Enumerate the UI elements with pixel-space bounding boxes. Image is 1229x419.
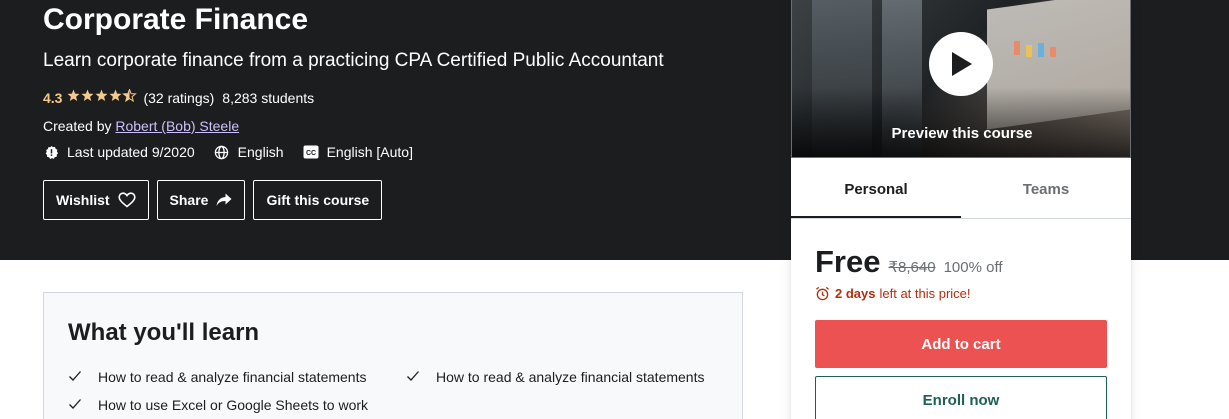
created-by-row: Created by Robert (Bob) Steele <box>43 117 239 135</box>
preview-shade <box>792 87 1130 157</box>
course-language: English <box>214 143 284 161</box>
original-price: ₹8,640 <box>888 259 936 276</box>
wishlist-button[interactable]: Wishlist <box>43 180 149 220</box>
students-count: 8,283 students <box>222 90 315 106</box>
checkmark-icon <box>69 371 81 381</box>
purchase-sidebar: Preview this course Personal Teams Free … <box>791 0 1131 419</box>
rating-value: 4.3 <box>43 90 63 106</box>
checkmark-icon <box>407 371 419 381</box>
learn-item: How to read & analyze financial statemen… <box>406 368 726 386</box>
learn-item-text: How to read & analyze financial statemen… <box>436 369 705 385</box>
heart-icon <box>117 192 136 208</box>
ratings-count[interactable]: (32 ratings) <box>143 89 214 107</box>
checkmark-icon <box>69 399 81 409</box>
learn-item: How to use Excel or Google Sheets to wor… <box>68 396 388 414</box>
gift-course-button[interactable]: Gift this course <box>253 180 383 220</box>
tab-personal[interactable]: Personal <box>791 169 961 218</box>
gift-label: Gift this course <box>266 192 370 208</box>
course-title: Corporate Finance <box>43 3 309 36</box>
globe-icon <box>214 144 230 160</box>
svg-text:CC: CC <box>306 150 316 157</box>
share-button[interactable]: Share <box>156 180 246 220</box>
course-preview[interactable]: Preview this course <box>791 0 1131 158</box>
course-meta-row: Last updated 9/2020 English CC English [… <box>43 143 432 161</box>
play-icon <box>952 52 972 76</box>
alert-badge-icon <box>43 144 59 160</box>
course-captions: CC English [Auto] <box>303 143 413 161</box>
learn-item: How to read & analyze financial statemen… <box>68 368 388 386</box>
what-youll-learn-box: What you'll learn How to read & analyze … <box>43 292 743 419</box>
wishlist-label: Wishlist <box>56 192 110 208</box>
closed-captions-icon: CC <box>303 144 319 160</box>
preview-image-chart-bar <box>1050 47 1056 57</box>
deadline-days: 2 days <box>835 286 876 301</box>
created-by-label: Created by <box>43 118 112 134</box>
rating-row: 4.3 (32 ratings) 8,283 students <box>43 88 315 107</box>
language-text: English <box>237 144 284 160</box>
add-to-cart-button[interactable]: Add to cart <box>815 320 1107 368</box>
price-deadline: 2 days left at this price! <box>815 286 971 301</box>
enroll-now-button[interactable]: Enroll now <box>815 376 1107 419</box>
learn-item-text: How to use Excel or Google Sheets to wor… <box>98 397 369 413</box>
star-rating-icons <box>67 88 138 107</box>
learn-item-text: How to read & analyze financial statemen… <box>98 369 367 385</box>
current-price: Free <box>815 244 881 279</box>
share-label: Share <box>169 192 209 208</box>
play-button[interactable] <box>929 32 993 96</box>
learn-title: What you'll learn <box>68 319 260 346</box>
discount-percent: 100% off <box>943 259 1003 276</box>
preview-label: Preview this course <box>891 125 1033 142</box>
preview-image-chart-bar <box>1026 45 1032 57</box>
hero-actions: Wishlist Share Gift this course <box>43 180 390 220</box>
preview-image-chart-bar <box>1014 41 1020 55</box>
captions-text: English [Auto] <box>326 144 413 160</box>
last-updated-text: Last updated 9/2020 <box>67 144 195 160</box>
author-link[interactable]: Robert (Bob) Steele <box>115 118 239 134</box>
alarm-clock-icon <box>815 286 830 301</box>
share-arrow-icon <box>216 193 232 206</box>
deadline-text: left at this price! <box>879 286 971 301</box>
purchase-tabs: Personal Teams <box>791 169 1131 219</box>
course-subtitle: Learn corporate finance from a practicin… <box>43 50 664 71</box>
last-updated: Last updated 9/2020 <box>43 143 195 161</box>
price-row: Free ₹8,640 100% off <box>815 244 1003 280</box>
preview-image-chart-bar <box>1038 43 1044 57</box>
tab-teams[interactable]: Teams <box>961 169 1131 218</box>
